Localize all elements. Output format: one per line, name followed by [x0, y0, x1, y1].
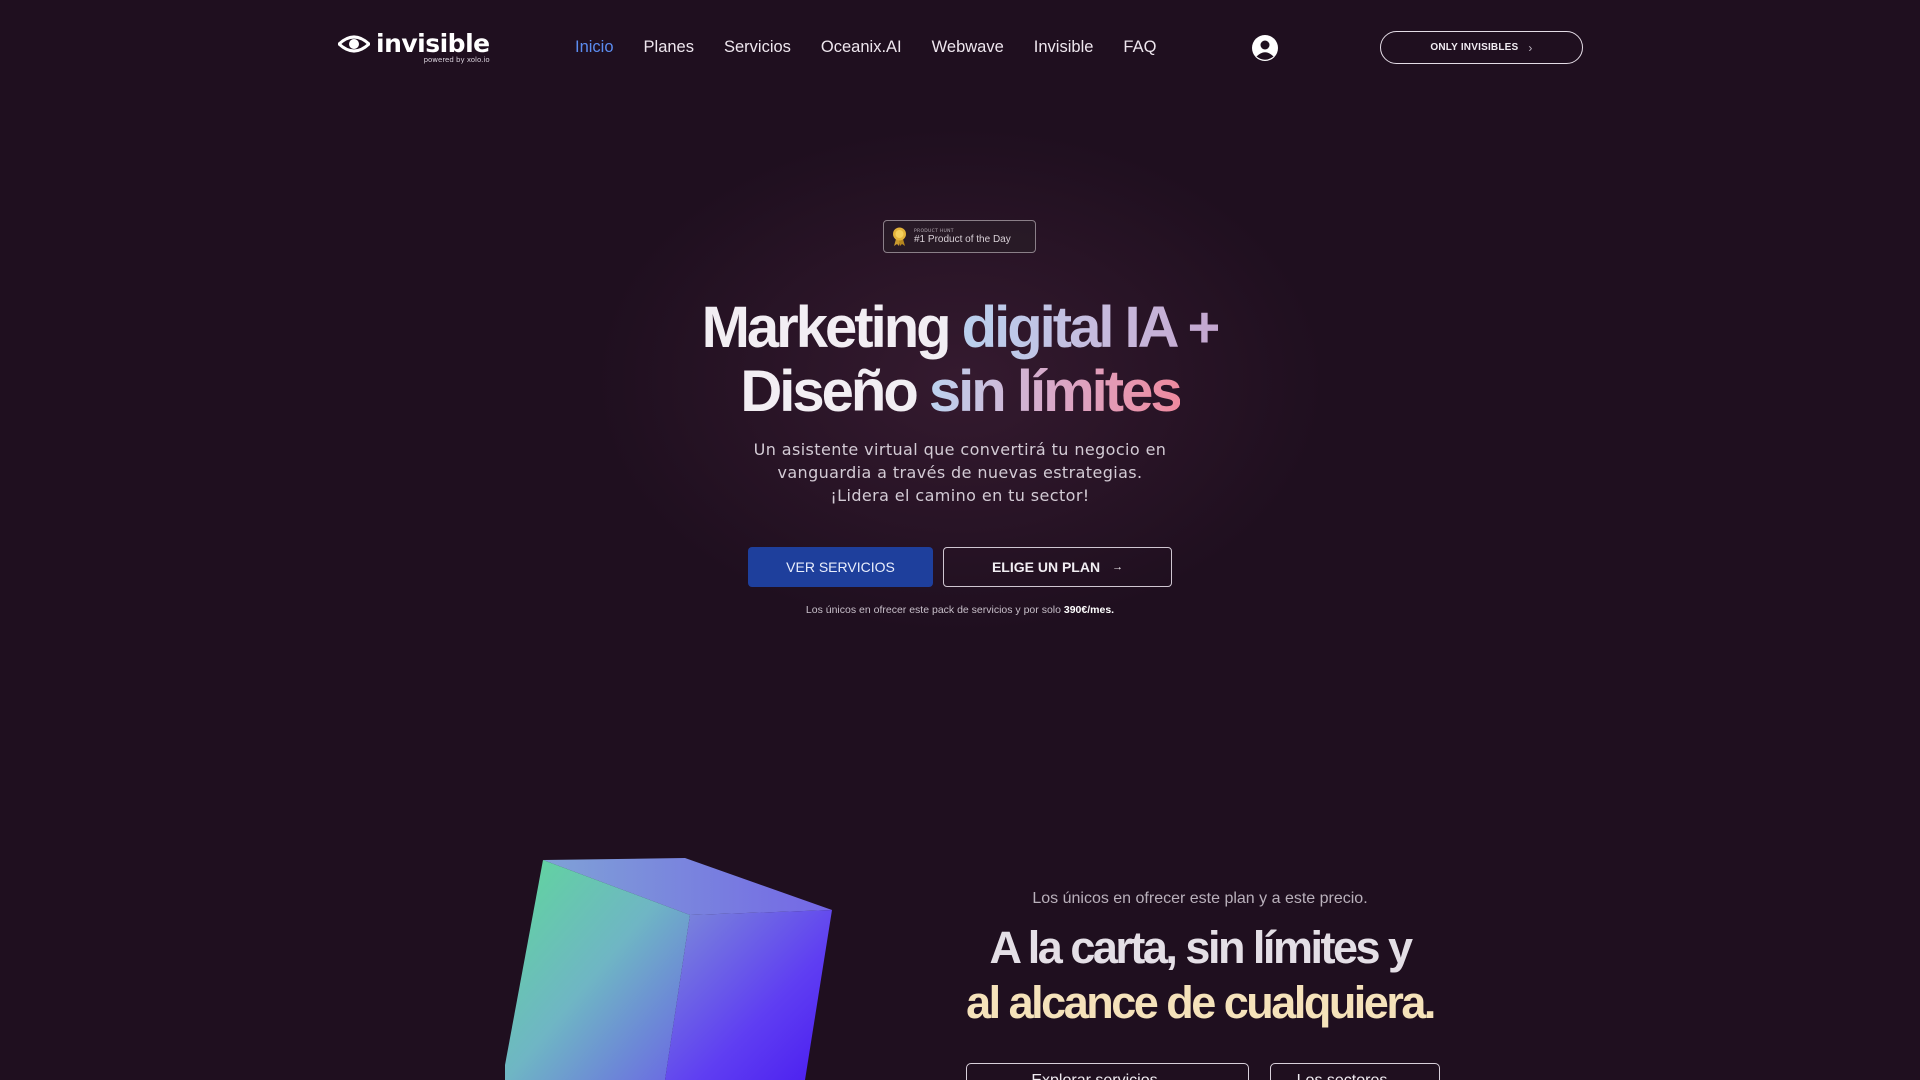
- background-glow: [0, 0, 1920, 1080]
- nav-item-faq[interactable]: FAQ: [1123, 38, 1156, 57]
- only-invisibles-button[interactable]: ONLY INVISIBLES ›: [1380, 31, 1583, 64]
- badge-text: PRODUCT HUNT #1 Product of the Day: [914, 229, 1011, 245]
- logo[interactable]: invisible powered by xolo.io: [338, 30, 490, 64]
- explorar-servicios-label: Explorar servicios: [1031, 1072, 1157, 1080]
- ver-servicios-button[interactable]: VER SERVICIOS: [748, 547, 933, 587]
- arrow-right-icon: →: [1397, 1072, 1413, 1080]
- nav-item-servicios[interactable]: Servicios: [724, 38, 791, 57]
- hero-note-text: Los únicos en ofrecer este pack de servi…: [805, 604, 1064, 616]
- badge-title: #1 Product of the Day: [914, 233, 1011, 245]
- main-menu: Inicio Planes Servicios Oceanix.AI Webwa…: [575, 38, 1186, 57]
- nav-item-invisible[interactable]: Invisible: [1034, 38, 1094, 57]
- section2-title-line2: al alcance de cualquiera.: [966, 977, 1436, 1028]
- hero-subtitle-line3: ¡Lidera el camino en tu sector!: [830, 486, 1090, 505]
- elige-un-plan-button[interactable]: ELIGE UN PLAN →: [943, 547, 1172, 587]
- only-invisibles-label: ONLY INVISIBLES: [1430, 42, 1519, 53]
- hero-title-part1: Marketing: [701, 295, 962, 360]
- hero-note: Los únicos en ofrecer este pack de servi…: [760, 604, 1160, 616]
- eye-icon: [338, 35, 370, 53]
- nav-item-oceanix[interactable]: Oceanix.AI: [821, 38, 902, 57]
- hero-title-part3: Diseño: [740, 359, 929, 424]
- los-sectores-label: Los sectores: [1297, 1072, 1388, 1080]
- hero-title-part4: sin límites: [928, 359, 1183, 424]
- hero-subtitle: Un asistente virtual que convertirá tu n…: [710, 438, 1210, 507]
- hero-title-part2: digital IA +: [961, 295, 1222, 360]
- logo-subtitle: powered by xolo.io: [423, 56, 490, 64]
- gradient-cube-graphic: [505, 858, 832, 1080]
- section2-eyebrow: Los únicos en ofrecer este plan y a este…: [1032, 890, 1368, 907]
- section2-title-line1: A la carta, sin límites y: [989, 922, 1413, 973]
- hero-subtitle-line1: Un asistente virtual que convertirá tu n…: [753, 440, 1167, 459]
- arrow-right-icon: →: [1112, 561, 1124, 573]
- logo-wordmark: invisible: [376, 29, 490, 58]
- nav-item-webwave[interactable]: Webwave: [932, 38, 1004, 57]
- section2-title: A la carta, sin límites y al alcance de …: [900, 920, 1500, 1030]
- user-circle-icon[interactable]: [1251, 34, 1279, 62]
- elige-un-plan-label: ELIGE UN PLAN: [991, 559, 1101, 575]
- logo-text: invisible powered by xolo.io: [376, 29, 490, 65]
- chevron-right-icon: ›: [1528, 40, 1533, 55]
- product-hunt-badge[interactable]: PRODUCT HUNT #1 Product of the Day: [883, 220, 1036, 253]
- nav-item-inicio[interactable]: Inicio: [575, 38, 614, 57]
- hero-title: Marketing digital IA + Diseño sin límite…: [560, 296, 1360, 424]
- hero-subtitle-line2: vanguardia a través de nuevas estrategia…: [777, 463, 1143, 482]
- nav-item-planes[interactable]: Planes: [644, 38, 694, 57]
- explorar-servicios-button[interactable]: Explorar servicios →: [966, 1063, 1249, 1080]
- los-sectores-button[interactable]: Los sectores →: [1270, 1063, 1440, 1080]
- medal-icon: [893, 227, 906, 246]
- hero-note-price: 390€/mes.: [1063, 604, 1115, 616]
- arrow-right-icon: →: [1168, 1072, 1184, 1080]
- top-navigation: invisible powered by xolo.io Inicio Plan…: [0, 0, 1920, 96]
